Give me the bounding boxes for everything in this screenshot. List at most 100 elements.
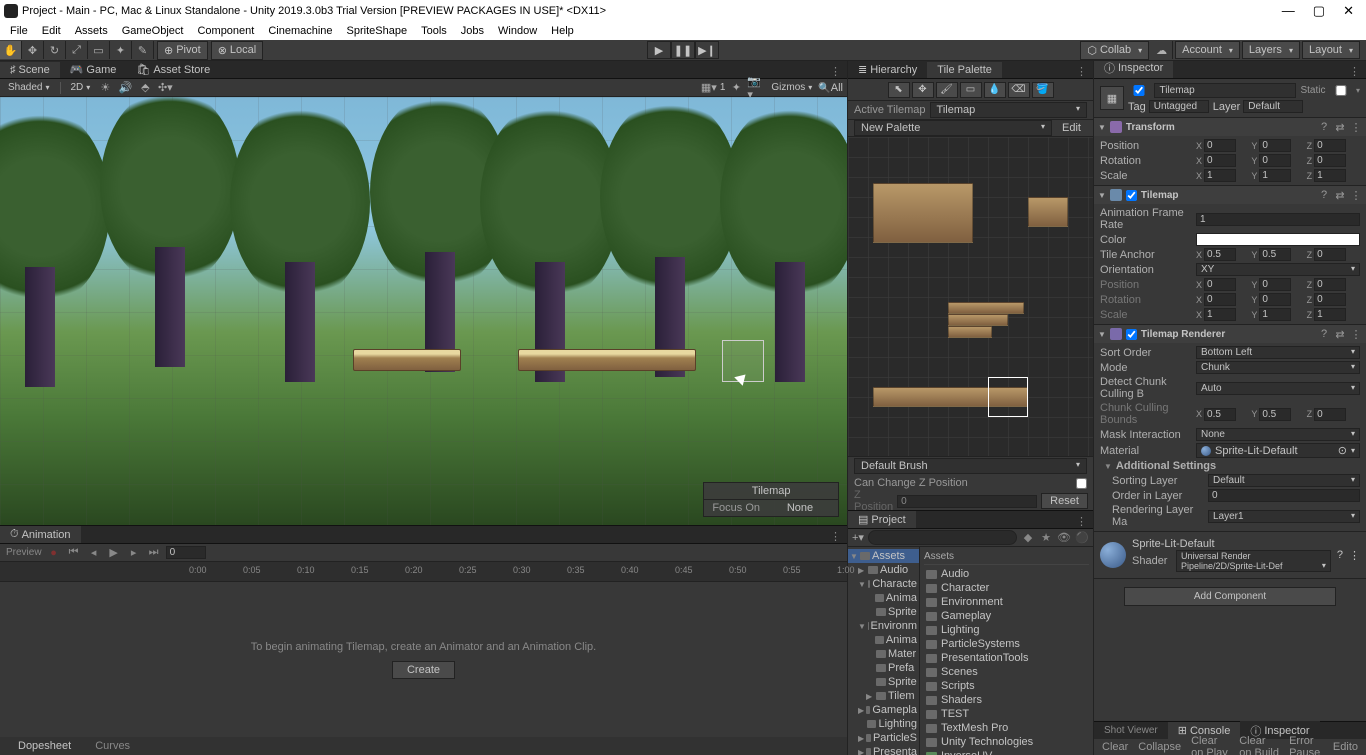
pos-x[interactable] <box>1204 139 1236 152</box>
erase-tool[interactable]: ⌫ <box>1008 82 1030 98</box>
list-item[interactable]: Audio <box>924 567 1089 581</box>
tab-inspector[interactable]: ⓘInspector <box>1094 61 1173 78</box>
tab-game[interactable]: 🎮Game <box>60 61 127 78</box>
edit-palette-button[interactable]: Edit <box>1056 122 1087 134</box>
list-item[interactable]: Scripts <box>924 679 1089 693</box>
menu-file[interactable]: File <box>4 23 34 39</box>
local-toggle[interactable]: ⊗Local <box>211 41 264 60</box>
picker-tool[interactable]: 💧 <box>984 82 1006 98</box>
tab-scene[interactable]: ♯Scene <box>0 62 60 78</box>
create-animation-button[interactable]: Create <box>392 661 455 679</box>
minimize-button[interactable]: — <box>1282 3 1295 19</box>
order-input[interactable] <box>1208 489 1360 502</box>
move-tool[interactable]: ✥ <box>22 41 44 59</box>
clear-button[interactable]: Clear <box>1098 740 1132 754</box>
tree-node[interactable]: Anima <box>848 633 919 647</box>
tree-node[interactable]: ▶Audio <box>848 563 919 577</box>
layout-dropdown[interactable]: Layout <box>1302 41 1360 59</box>
palette-menu-icon[interactable]: ⋮ <box>1070 65 1093 78</box>
z-position-input[interactable] <box>897 495 1037 508</box>
list-item[interactable]: InverseUV <box>924 749 1089 755</box>
shading-dropdown[interactable]: Shaded <box>4 81 54 94</box>
inspector-menu-icon[interactable]: ⋮ <box>1343 65 1366 78</box>
close-button[interactable]: ✕ <box>1343 3 1354 19</box>
detect-dropdown[interactable]: Auto <box>1196 382 1360 395</box>
transform-header[interactable]: ▼ Transform ? ⇄ ⋮ <box>1094 118 1366 136</box>
first-frame-button[interactable]: ⏮ <box>66 546 82 560</box>
preview-toggle[interactable]: Preview <box>6 547 42 558</box>
fill-tool[interactable]: 🪣 <box>1032 82 1054 98</box>
transform-tool[interactable]: ✦ <box>110 41 132 59</box>
camera-icon[interactable]: 📷▾ <box>747 81 765 95</box>
menu-edit[interactable]: Edit <box>36 23 67 39</box>
list-item[interactable]: TextMesh Pro <box>924 721 1089 735</box>
gameobject-icon[interactable]: ▦ <box>1100 86 1124 110</box>
list-item[interactable]: Character <box>924 581 1089 595</box>
tag-dropdown[interactable]: Untagged <box>1149 100 1209 113</box>
filter-icon[interactable]: ◆ <box>1021 531 1035 544</box>
move-tile-tool[interactable]: ✥ <box>912 82 934 98</box>
tree-node[interactable]: ▶Presenta <box>848 745 919 755</box>
renderer-enabled[interactable] <box>1126 329 1137 340</box>
tree-node[interactable]: ▶Tilem <box>848 689 919 703</box>
record-button[interactable]: ● <box>46 546 62 560</box>
search-all[interactable]: 🔍All <box>818 82 843 94</box>
rot-x[interactable] <box>1204 154 1236 167</box>
animation-menu-icon[interactable]: ⋮ <box>824 530 847 543</box>
layer-dropdown[interactable]: Default <box>1243 100 1303 113</box>
render-layer-dropdown[interactable]: Layer1 <box>1208 510 1360 523</box>
pause-button[interactable]: ❚❚ <box>671 41 695 59</box>
clear-on-build-button[interactable]: Clear on Build <box>1235 734 1283 755</box>
project-search[interactable] <box>868 530 1017 545</box>
tree-node[interactable]: ▶Gamepla <box>848 703 919 717</box>
gizmos-dropdown[interactable]: Gizmos <box>767 81 816 94</box>
clear-on-play-button[interactable]: Clear on Play <box>1187 734 1233 755</box>
focus-on-dropdown[interactable]: None <box>770 502 830 514</box>
project-list[interactable]: Assets AudioCharacterEnvironmentGameplay… <box>920 547 1093 755</box>
list-item[interactable]: PresentationTools <box>924 651 1089 665</box>
brush-dropdown[interactable]: Default Brush <box>854 458 1087 474</box>
tree-node[interactable]: Mater <box>848 647 919 661</box>
play-button[interactable]: ▶ <box>647 41 671 59</box>
list-item[interactable]: Scenes <box>924 665 1089 679</box>
color-picker[interactable] <box>1196 233 1360 246</box>
audio-icon[interactable]: 🔊 <box>116 81 134 95</box>
can-change-z-checkbox[interactable] <box>1076 478 1087 489</box>
list-item[interactable]: ParticleSystems <box>924 637 1089 651</box>
palette-dropdown[interactable]: New Palette <box>854 120 1052 136</box>
tree-node[interactable]: ▼Environm <box>848 619 919 633</box>
tree-node[interactable]: Sprite <box>848 605 919 619</box>
tilemap-enabled[interactable] <box>1126 190 1137 201</box>
scale-y[interactable] <box>1259 169 1291 182</box>
sort-order-dropdown[interactable]: Bottom Left <box>1196 346 1360 359</box>
layers-dropdown[interactable]: Layers <box>1242 41 1300 59</box>
scale-tool[interactable]: ⤢ <box>66 41 88 59</box>
list-item[interactable]: Gameplay <box>924 609 1089 623</box>
menu-component[interactable]: Component <box>191 23 260 39</box>
error-pause-button[interactable]: Error Pause <box>1285 734 1327 755</box>
timeline[interactable]: 0:00 0:05 0:10 0:15 0:20 0:25 0:30 0:35 … <box>0 562 847 582</box>
rot-y[interactable] <box>1259 154 1291 167</box>
context-menu-icon[interactable]: ⋮ <box>1350 121 1362 134</box>
project-tree[interactable]: ▼Assets▶Audio▼CharacteAnimaSprite▼Enviro… <box>848 547 920 755</box>
tree-node[interactable]: Anima <box>848 591 919 605</box>
maximize-button[interactable]: ▢ <box>1313 3 1325 19</box>
renderer-header[interactable]: ▼ Tilemap Renderer ?⇄⋮ <box>1094 325 1366 343</box>
mode-dropdown[interactable]: Chunk <box>1196 361 1360 374</box>
list-item[interactable]: Environment <box>924 595 1089 609</box>
anim-play-button[interactable]: ▶ <box>106 546 122 560</box>
rot-z[interactable] <box>1314 154 1346 167</box>
menu-spriteshape[interactable]: SpriteShape <box>341 23 414 39</box>
menu-tools[interactable]: Tools <box>415 23 453 39</box>
menu-gameobject[interactable]: GameObject <box>116 23 190 39</box>
reset-button[interactable]: Reset <box>1041 493 1088 509</box>
editor-button[interactable]: Edito <box>1329 740 1362 754</box>
tree-node[interactable]: Prefa <box>848 661 919 675</box>
cloud-button[interactable]: ☁ <box>1151 41 1173 59</box>
2d-toggle[interactable]: 2D <box>67 81 95 94</box>
curves-tab[interactable]: Curves <box>87 738 138 754</box>
palette-view[interactable] <box>848 137 1093 456</box>
menu-assets[interactable]: Assets <box>69 23 114 39</box>
slider-icon[interactable]: ⚫ <box>1075 531 1089 544</box>
project-menu-icon[interactable]: ⋮ <box>1070 515 1093 528</box>
